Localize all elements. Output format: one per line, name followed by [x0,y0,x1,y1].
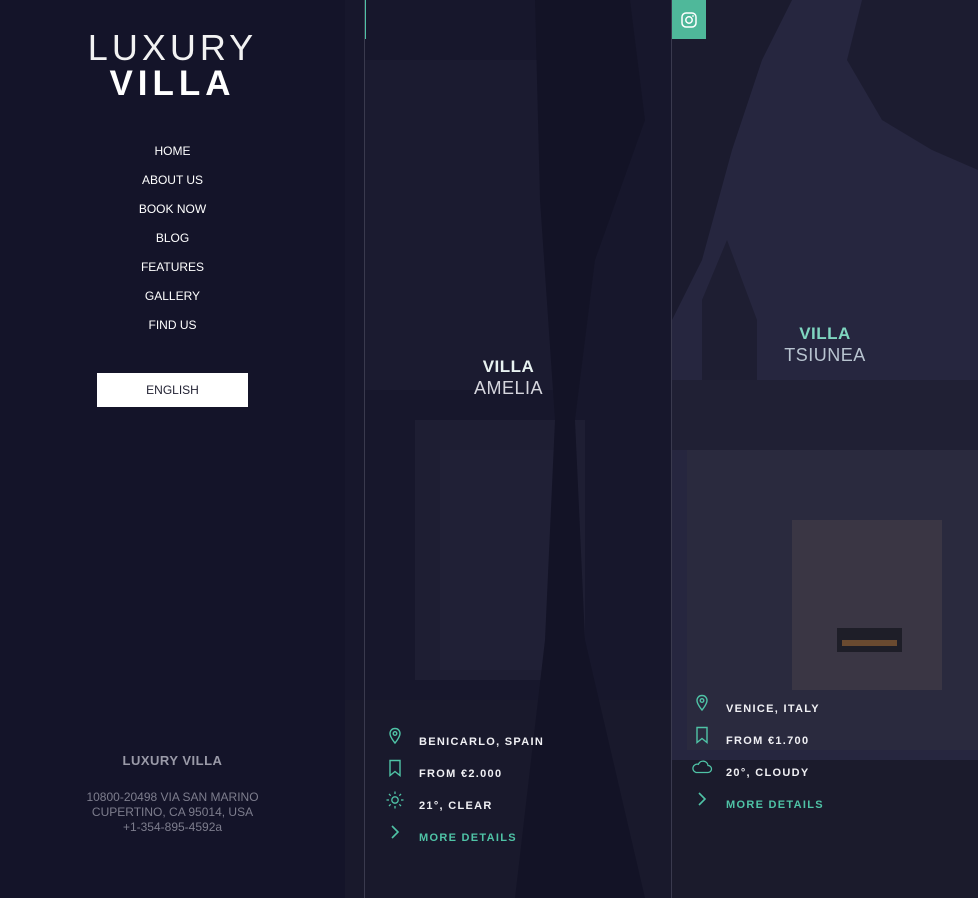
footer-title: LUXURY VILLA [122,753,223,768]
nav-item-find-us[interactable]: FIND US [0,314,345,343]
panel-divider [364,0,365,898]
map-pin-icon [693,694,711,712]
more-details-text: MORE DETAILS [726,799,824,811]
map-pin-icon [386,727,404,745]
price-row: FROM €1.700 [672,726,978,750]
price-row: FROM €2.000 [345,759,672,783]
villa-title-line-1: VILLA [799,324,851,343]
villa-card-amelia[interactable]: VILLA AMELIA BENICARLO, SPAIN FROM €2.00… [345,0,672,898]
weather-row: 20°, CLOUDY [672,758,978,782]
nav-item-about-us[interactable]: ABOUT US [0,169,345,198]
nav-item-gallery[interactable]: GALLERY [0,285,345,314]
more-details-text: MORE DETAILS [419,832,517,844]
more-details-link[interactable]: MORE DETAILS [672,790,978,814]
bookmark-icon [693,726,711,744]
nav-item-features[interactable]: FEATURES [0,256,345,285]
accent-line [365,0,366,39]
villa-title[interactable]: VILLA TSIUNEA [672,324,978,366]
panel-divider [671,0,672,898]
sidebar-footer: LUXURY VILLA 10800-20498 VIA SAN MARINO … [0,752,345,835]
more-details-link[interactable]: MORE DETAILS [345,823,672,847]
weather-text: 21°, CLEAR [419,800,493,812]
price-text: FROM €1.700 [726,735,810,747]
nav-item-home[interactable]: HOME [0,140,345,169]
location-text: BENICARLO, SPAIN [419,736,545,748]
location-row: BENICARLO, SPAIN [345,727,672,751]
villa-card-tsiunea[interactable]: VILLA TSIUNEA VENICE, ITALY FROM €1.700 … [672,0,978,898]
logo-line-2: VILLA [109,64,236,103]
logo-line-1: LUXURY [87,27,258,68]
footer-phone: +1-354-895-4592a [122,820,223,834]
weather-text: 20°, CLOUDY [726,767,810,779]
price-text: FROM €2.000 [419,768,503,780]
location-text: VENICE, ITALY [726,703,820,715]
villa-title-line-2: AMELIA [473,378,544,398]
instagram-icon [681,12,697,28]
bookmark-icon [386,759,404,777]
chevron-right-icon [693,790,711,808]
nav-item-blog[interactable]: BLOG [0,227,345,256]
villa-title-line-1: VILLA [482,357,535,376]
footer-address-line-1: 10800-20498 VIA SAN MARINO [86,790,259,804]
sun-icon [386,791,404,809]
chevron-right-icon [386,823,404,841]
main-nav: HOME ABOUT US BOOK NOW BLOG FEATURES GAL… [0,140,345,343]
language-button[interactable]: ENGLISH [97,373,248,407]
villa-title[interactable]: VILLA AMELIA [345,357,672,399]
villa-title-line-2: TSIUNEA [784,345,866,365]
location-row: VENICE, ITALY [672,694,978,718]
weather-row: 21°, CLEAR [345,791,672,815]
site-logo[interactable]: LUXURY VILLA [0,30,345,102]
instagram-button[interactable] [672,0,706,39]
sidebar: LUXURY VILLA HOME ABOUT US BOOK NOW BLOG… [0,0,345,898]
footer-address-line-2: CUPERTINO, CA 95014, USA [91,805,254,819]
nav-item-book-now[interactable]: BOOK NOW [0,198,345,227]
cloud-icon [691,758,713,776]
